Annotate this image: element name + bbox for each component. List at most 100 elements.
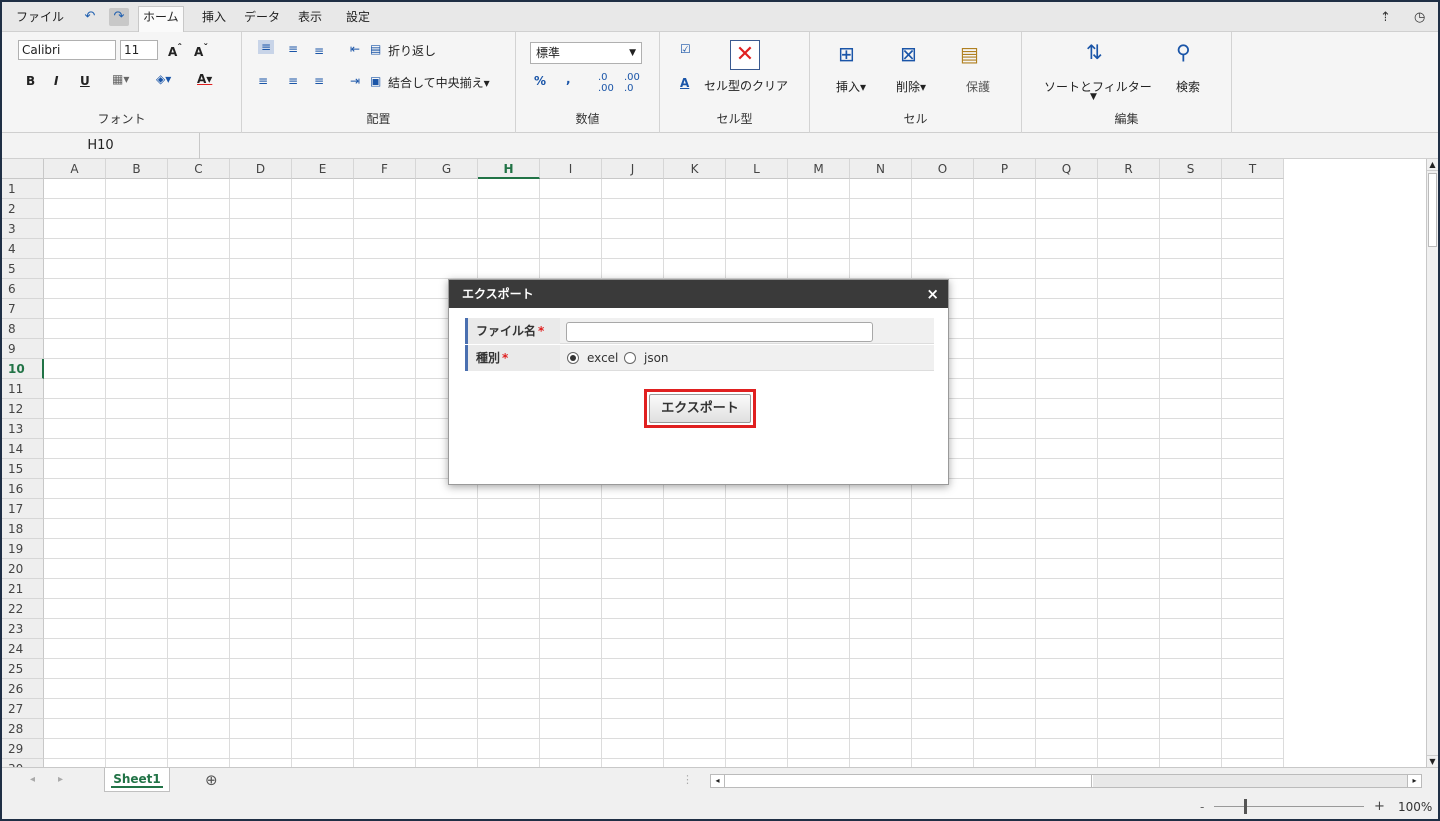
increase-decimal-icon[interactable]: .0.00 bbox=[598, 72, 614, 94]
number-format-select[interactable]: 標準 ▼ bbox=[530, 42, 642, 64]
sort-filter-chevron-icon[interactable]: ▼ bbox=[1090, 92, 1097, 102]
sort-filter-button[interactable]: ソートとフィルター bbox=[1044, 78, 1152, 95]
horizontal-scrollbar[interactable]: ◂ ▸ bbox=[710, 774, 1422, 788]
row-header[interactable]: 13 bbox=[2, 419, 44, 439]
column-header[interactable]: P bbox=[974, 159, 1036, 179]
column-header[interactable]: C bbox=[168, 159, 230, 179]
menu-data[interactable]: データ bbox=[240, 7, 284, 28]
radio-excel[interactable] bbox=[567, 352, 579, 364]
column-header[interactable]: S bbox=[1160, 159, 1222, 179]
column-header[interactable]: M bbox=[788, 159, 850, 179]
row-header[interactable]: 19 bbox=[2, 539, 44, 559]
column-header[interactable]: Q bbox=[1036, 159, 1098, 179]
delete-cells-icon[interactable]: ⊠ bbox=[900, 42, 917, 66]
zoom-slider-handle[interactable] bbox=[1244, 799, 1247, 814]
column-header[interactable]: L bbox=[726, 159, 788, 179]
row-header[interactable]: 10 bbox=[2, 359, 44, 379]
scroll-right-icon[interactable]: ▸ bbox=[1407, 775, 1421, 787]
clear-cell-style-button[interactable]: セル型のクリア bbox=[704, 77, 788, 94]
row-header[interactable]: 28 bbox=[2, 719, 44, 739]
prev-sheet-icon[interactable]: ◂ bbox=[30, 774, 35, 785]
row-header[interactable]: 27 bbox=[2, 699, 44, 719]
column-header[interactable]: G bbox=[416, 159, 478, 179]
decrease-font-icon[interactable]: Aˇ bbox=[194, 43, 208, 59]
sort-filter-icon[interactable]: ⇅ bbox=[1086, 40, 1103, 64]
column-header[interactable]: I bbox=[540, 159, 602, 179]
insert-cells-icon[interactable]: ⊞ bbox=[838, 42, 855, 66]
find-icon[interactable]: ⚲ bbox=[1176, 40, 1191, 64]
bold-icon[interactable]: B bbox=[26, 74, 35, 88]
row-header[interactable]: 23 bbox=[2, 619, 44, 639]
column-header[interactable]: J bbox=[602, 159, 664, 179]
protect-button[interactable]: 保護 bbox=[966, 78, 990, 95]
sheet-tab-sheet1[interactable]: Sheet1 bbox=[104, 768, 170, 792]
wrap-text-button[interactable]: 折り返し bbox=[388, 42, 436, 59]
menu-settings[interactable]: 設定 bbox=[342, 7, 374, 28]
select-all-corner[interactable] bbox=[2, 159, 44, 179]
add-sheet-icon[interactable]: ⊕ bbox=[205, 771, 218, 789]
row-header[interactable]: 8 bbox=[2, 319, 44, 339]
column-header[interactable]: F bbox=[354, 159, 416, 179]
delete-cells-button[interactable]: 削除▾ bbox=[896, 78, 926, 95]
row-header[interactable]: 30 bbox=[2, 759, 44, 767]
checkbox-icon[interactable]: ☑ bbox=[680, 42, 691, 56]
wrap-text-icon[interactable]: ▤ bbox=[370, 42, 381, 56]
border-icon[interactable]: ▦▾ bbox=[112, 72, 129, 86]
history-icon[interactable]: ◷ bbox=[1414, 10, 1425, 25]
row-header[interactable]: 29 bbox=[2, 739, 44, 759]
column-header[interactable]: N bbox=[850, 159, 912, 179]
row-header[interactable]: 24 bbox=[2, 639, 44, 659]
scroll-left-icon[interactable]: ◂ bbox=[711, 775, 725, 787]
next-sheet-icon[interactable]: ▸ bbox=[58, 774, 63, 785]
column-header[interactable]: E bbox=[292, 159, 354, 179]
radio-json[interactable] bbox=[624, 352, 636, 364]
font-size-select[interactable]: 11 bbox=[120, 40, 158, 60]
radio-json-label[interactable]: json bbox=[644, 345, 669, 371]
column-header[interactable]: K bbox=[664, 159, 726, 179]
outdent-icon[interactable]: ⇥ bbox=[350, 74, 360, 88]
row-header[interactable]: 16 bbox=[2, 479, 44, 499]
horizontal-scroll-thumb[interactable] bbox=[726, 775, 1092, 787]
zoom-in-button[interactable]: + bbox=[1374, 799, 1385, 814]
column-header[interactable]: B bbox=[106, 159, 168, 179]
row-header[interactable]: 26 bbox=[2, 679, 44, 699]
undo-icon[interactable]: ↶ bbox=[80, 8, 100, 26]
fill-color-icon[interactable]: ◈▾ bbox=[156, 72, 171, 86]
decrease-decimal-icon[interactable]: .00.0 bbox=[624, 72, 640, 94]
column-header[interactable]: D bbox=[230, 159, 292, 179]
align-middle-icon[interactable]: ≡ bbox=[288, 42, 298, 56]
row-header[interactable]: 7 bbox=[2, 299, 44, 319]
name-box[interactable]: H10 bbox=[2, 133, 200, 159]
insert-cells-button[interactable]: 挿入▾ bbox=[836, 78, 866, 95]
filename-input[interactable] bbox=[566, 322, 873, 342]
align-bottom-icon[interactable]: ≡ bbox=[314, 44, 324, 58]
collapse-ribbon-icon[interactable]: ⇡ bbox=[1380, 10, 1391, 25]
column-header[interactable]: O bbox=[912, 159, 974, 179]
menu-view[interactable]: 表示 bbox=[294, 7, 326, 28]
row-header[interactable]: 14 bbox=[2, 439, 44, 459]
vertical-scroll-thumb[interactable] bbox=[1428, 173, 1437, 247]
close-icon[interactable]: × bbox=[926, 280, 939, 308]
row-header[interactable]: 2 bbox=[2, 199, 44, 219]
horizontal-scroll-track[interactable] bbox=[1093, 775, 1407, 787]
align-top-icon[interactable]: ≡ bbox=[258, 40, 275, 54]
row-header[interactable]: 9 bbox=[2, 339, 44, 359]
vertical-scrollbar[interactable]: ▲ ▼ bbox=[1426, 159, 1438, 767]
row-header[interactable]: 18 bbox=[2, 519, 44, 539]
merge-center-icon[interactable]: ▣ bbox=[370, 74, 381, 88]
align-center-icon[interactable]: ≡ bbox=[288, 74, 298, 88]
indent-icon[interactable]: ⇤ bbox=[350, 42, 360, 56]
scroll-up-icon[interactable]: ▲ bbox=[1427, 159, 1438, 171]
row-header[interactable]: 25 bbox=[2, 659, 44, 679]
increase-font-icon[interactable]: Aˆ bbox=[168, 43, 182, 59]
font-name-select[interactable]: Calibri bbox=[18, 40, 116, 60]
align-left-icon[interactable]: ≡ bbox=[258, 74, 268, 88]
radio-excel-label[interactable]: excel bbox=[587, 345, 618, 371]
italic-icon[interactable]: I bbox=[54, 74, 58, 88]
row-header[interactable]: 5 bbox=[2, 259, 44, 279]
zoom-slider-track[interactable] bbox=[1214, 806, 1364, 807]
menu-home[interactable]: ホーム bbox=[138, 6, 184, 33]
comma-button[interactable]: , bbox=[566, 72, 571, 86]
row-header[interactable]: 17 bbox=[2, 499, 44, 519]
row-header[interactable]: 20 bbox=[2, 559, 44, 579]
